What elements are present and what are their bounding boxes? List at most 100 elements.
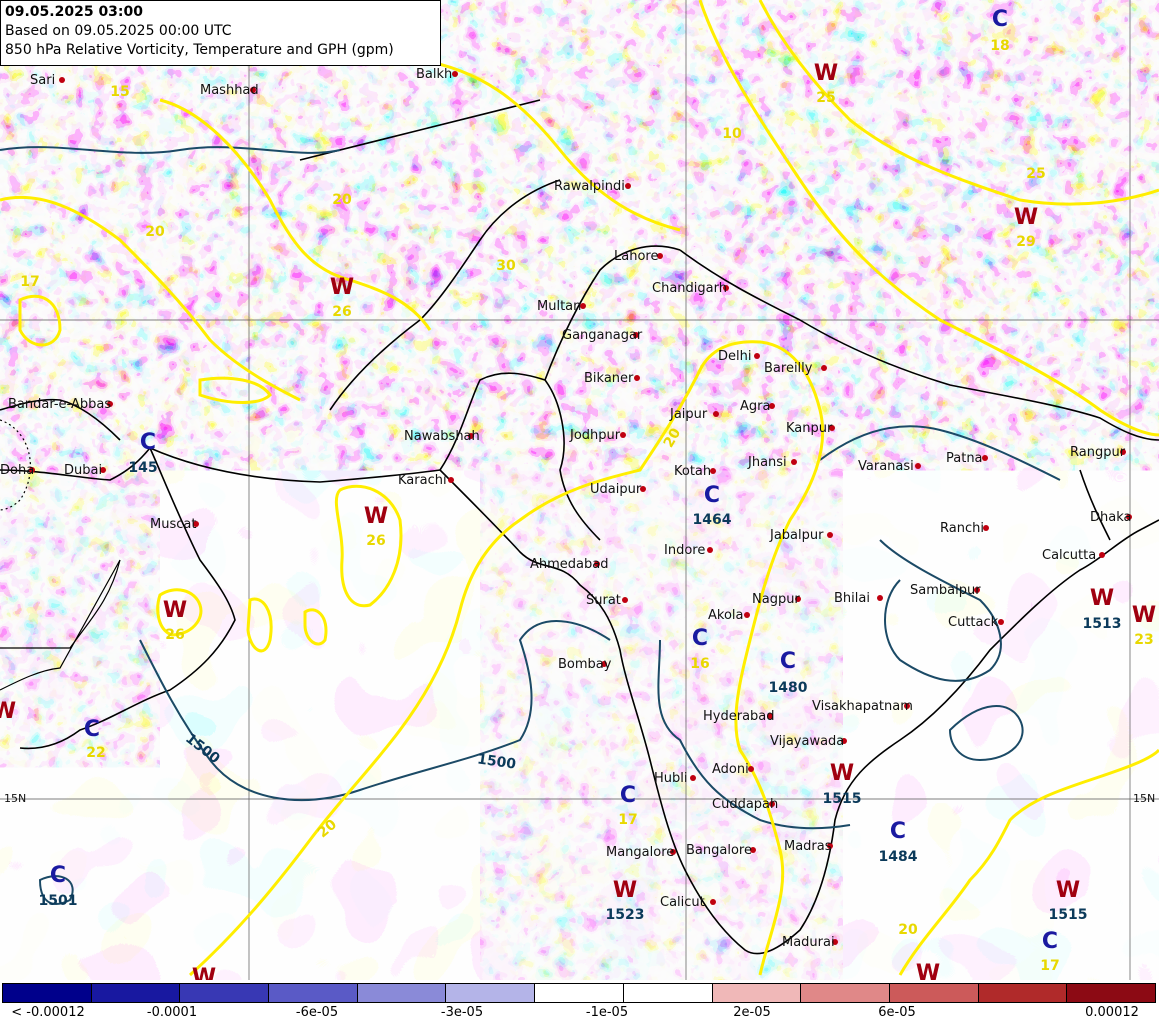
city-label: Cuddapah [712, 797, 778, 812]
city-label: Akola [708, 608, 744, 623]
warm-center-marker: W [1056, 878, 1080, 903]
city-label: Indore [664, 543, 705, 558]
cold-center-marker: C [692, 626, 708, 651]
center-value: 26 [332, 304, 351, 320]
city-label: Dhaka [1090, 510, 1131, 525]
cold-center-marker: C [1042, 929, 1058, 954]
city-label: Varanasi [858, 459, 914, 474]
colorbar-tick-label: -1e-05 [585, 1005, 629, 1020]
center-value: 26 [366, 533, 385, 549]
city-marker [707, 547, 713, 553]
city-marker [744, 612, 750, 618]
based-on: Based on 09.05.2025 00:00 UTC [5, 23, 232, 39]
city-label: Muscat [150, 517, 196, 532]
colorbar-tick-label: -3e-05 [440, 1005, 484, 1020]
center-value: 1523 [606, 907, 645, 923]
city-marker [748, 766, 754, 772]
center-value: 1484 [879, 849, 918, 865]
city-label: Madras [784, 839, 832, 854]
contour-label: 10 [722, 126, 742, 142]
product-title: 850 hPa Relative Vorticity, Temperature … [5, 42, 394, 58]
warm-center-marker: W [1014, 205, 1038, 230]
city-marker [448, 477, 454, 483]
center-value: 1464 [693, 512, 732, 528]
city-label: Bhilai [834, 591, 870, 606]
city-label: Bareilly [764, 361, 813, 376]
city-label: Mangalore [606, 845, 674, 860]
city-label: Rawalpindi [554, 179, 625, 194]
contour-label: 25 [1026, 166, 1045, 182]
city-marker [915, 463, 921, 469]
city-marker [791, 459, 797, 465]
center-value: 1480 [769, 680, 808, 696]
colorbar-swatch [712, 984, 802, 1002]
city-marker [877, 595, 883, 601]
city-label: Nagpur [752, 592, 800, 607]
city-marker [59, 77, 65, 83]
city-label: Ganganagar [562, 328, 643, 343]
city-label: Bikaner [584, 371, 634, 386]
city-label: Mashhad [200, 83, 259, 98]
title-box: 09.05.2025 03:00 Based on 09.05.2025 00:… [0, 0, 441, 66]
cold-center-marker: C [704, 483, 720, 508]
contour-label: 20 [332, 192, 352, 208]
contour-label: 20 [898, 922, 918, 938]
city-marker [690, 775, 696, 781]
city-marker [1099, 552, 1105, 558]
map-canvas: Sari Mashhad Balkh Rawalpindi Lahore Chandiga… [0, 0, 1159, 980]
city-label: Delhi [718, 349, 751, 364]
warm-center-marker: W [613, 878, 637, 903]
city-label: Lahore [614, 249, 658, 264]
city-label: Cuttack [948, 615, 999, 630]
center-value: 22 [86, 745, 105, 761]
latitude-label: 15N [1133, 792, 1155, 805]
city-marker [754, 353, 760, 359]
colorbar-tick-label: 2e-05 [733, 1005, 771, 1020]
center-value: 29 [1016, 234, 1035, 250]
city-label: Adoni [712, 762, 749, 777]
city-label: Bandar-e-Abbas [8, 397, 111, 412]
city-label: Patna [946, 451, 983, 466]
city-label: Jhansi [747, 455, 787, 470]
city-label: Ranchi [940, 521, 984, 536]
city-marker [713, 411, 719, 417]
city-label: Kotah [674, 464, 711, 479]
city-label: Doha [0, 463, 34, 478]
center-value: 18 [990, 38, 1009, 54]
weather-map: Sari Mashhad Balkh Rawalpindi Lahore Chandiga… [0, 0, 1159, 980]
city-label: Jabalpur [769, 528, 824, 543]
city-label: Chandigarh [652, 281, 727, 296]
colorbar-tick-label: < -0.00012 [11, 1005, 85, 1020]
colorbar-ticks: < -0.00012 -0.0001 -6e-05 -3e-05 -1e-05 2e-05… [0, 1005, 1159, 1023]
city-marker [622, 597, 628, 603]
city-label: Vijayawada [770, 734, 844, 749]
warm-center-marker: W [830, 761, 854, 786]
center-value: 17 [1040, 958, 1059, 974]
colorbar-swatch [357, 984, 447, 1002]
city-label: Bangalore [686, 843, 752, 858]
valid-time: 09.05.2025 03:00 [5, 4, 144, 20]
center-value: 1513 [1083, 616, 1122, 632]
center-value: 25 [816, 90, 835, 106]
city-label: Jaipur [669, 407, 708, 422]
colorbar-swatch [3, 984, 92, 1002]
warm-center-marker: W [192, 965, 216, 980]
city-label: Udaipur [590, 482, 642, 497]
colorbar [2, 983, 1156, 1003]
colorbar-swatch [1067, 984, 1155, 1002]
center-value: 17 [618, 812, 637, 828]
city-marker [452, 71, 458, 77]
city-marker [827, 532, 833, 538]
city-label: Dubai [64, 463, 102, 478]
city-marker [998, 619, 1004, 625]
colorbar-swatch [91, 984, 181, 1002]
colorbar-swatch [801, 984, 890, 1002]
city-marker [982, 455, 988, 461]
city-label: Sambalpur [910, 583, 981, 598]
colorbar-swatch [269, 984, 358, 1002]
city-label: Hyderabad [703, 709, 775, 724]
city-label: Multan [537, 299, 581, 314]
colorbar-tick-label: 6e-05 [878, 1005, 916, 1020]
city-label: Ahmedabad [530, 557, 608, 572]
contour-label: 20 [145, 224, 165, 240]
